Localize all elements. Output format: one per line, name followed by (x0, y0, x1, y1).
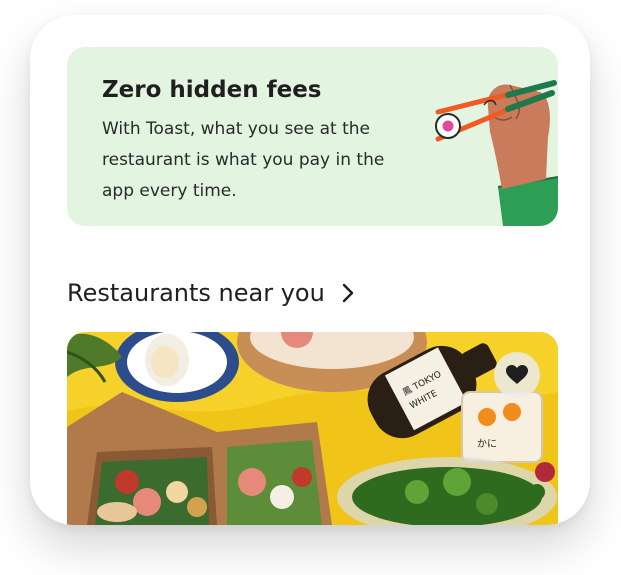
restaurant-card[interactable]: 鳳 TOKYO WHITE かに (67, 332, 558, 525)
heart-icon (506, 365, 528, 384)
app-card: Zero hidden fees With Toast, what you se… (30, 15, 590, 525)
zero-fees-promo-banner: Zero hidden fees With Toast, what you se… (67, 47, 558, 226)
promo-title: Zero hidden fees (102, 77, 322, 103)
svg-text:かに: かに (477, 438, 497, 450)
restaurant-food-photo: 鳳 TOKYO WHITE かに (67, 332, 558, 525)
screen: Zero hidden fees With Toast, what you se… (0, 0, 621, 575)
section-title: Restaurants near you (67, 279, 325, 307)
hand-chopsticks-sushi-icon (435, 80, 558, 226)
chevron-right-icon (342, 283, 354, 303)
favorite-button[interactable] (494, 352, 540, 398)
promo-body: With Toast, what you see at the restaura… (102, 119, 385, 201)
restaurants-near-you-link[interactable]: Restaurants near you (67, 279, 355, 307)
